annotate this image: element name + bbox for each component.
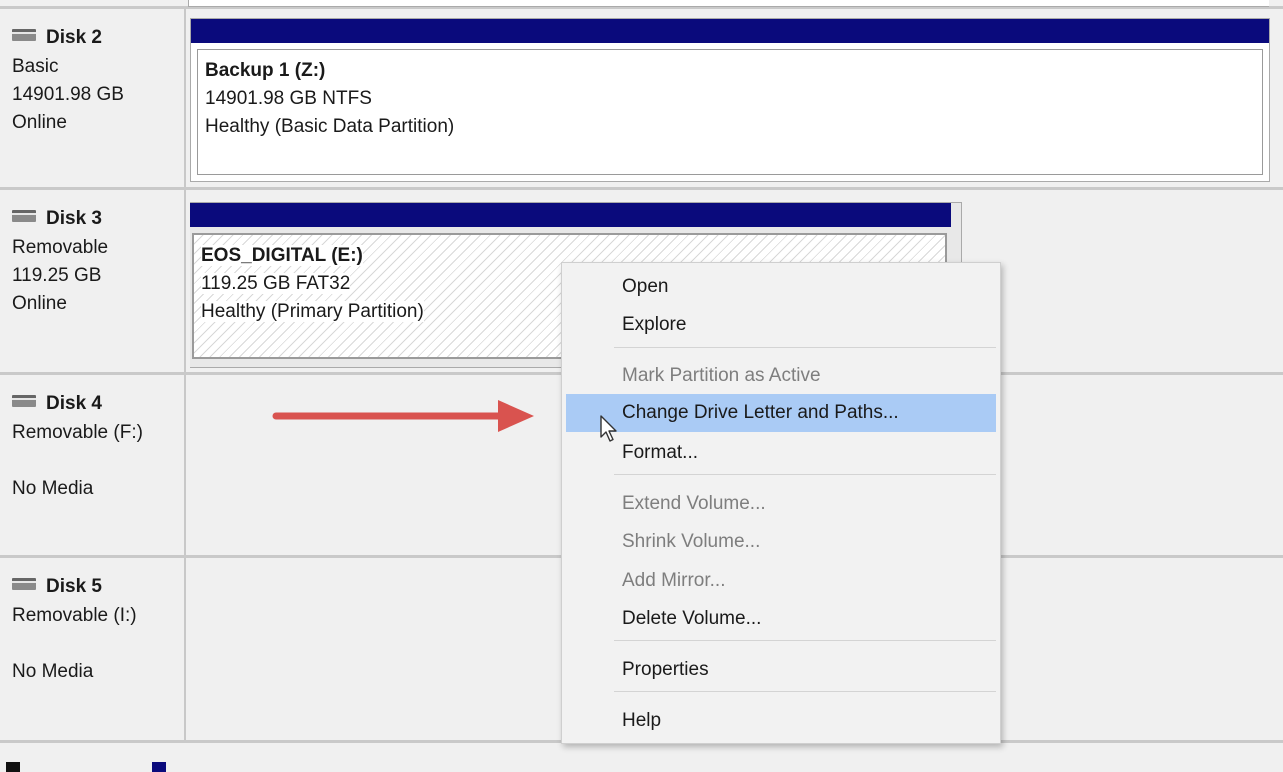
legend-primary-swatch bbox=[152, 762, 166, 772]
disk-type: Removable (F:) bbox=[12, 422, 143, 443]
menu-separator bbox=[614, 691, 996, 692]
row-separator bbox=[0, 187, 1283, 190]
disk-size bbox=[12, 447, 184, 475]
disk-icon bbox=[12, 395, 36, 407]
menu-separator bbox=[614, 347, 996, 348]
disk-type: Removable (I:) bbox=[12, 605, 137, 626]
context-menu: Open Explore Mark Partition as Active Ch… bbox=[561, 262, 1001, 744]
menu-item-properties[interactable]: Properties bbox=[566, 651, 996, 689]
red-arrow-annotation bbox=[272, 400, 534, 432]
menu-item-add-mirror[interactable]: Add Mirror... bbox=[566, 562, 996, 600]
menu-item-mark-active[interactable]: Mark Partition as Active bbox=[566, 357, 996, 395]
disk-size bbox=[12, 630, 184, 658]
volume-detail: 119.25 GB FAT32 bbox=[201, 273, 351, 294]
disk-title: Disk 3 bbox=[46, 208, 102, 229]
volume-name: EOS_DIGITAL (E:) bbox=[201, 245, 363, 266]
disk-type: Removable bbox=[12, 237, 109, 258]
partition-bar bbox=[190, 203, 951, 227]
volume-status: Healthy (Primary Partition) bbox=[201, 301, 424, 322]
disk-3-label[interactable]: Disk 3 Removable 119.25 GB Online bbox=[0, 190, 186, 372]
disk-4-label[interactable]: Disk 4 Removable (F:) No Media bbox=[0, 375, 186, 556]
menu-item-explore[interactable]: Explore bbox=[566, 306, 996, 344]
disk-icon bbox=[12, 210, 36, 222]
disk-size: 119.25 GB bbox=[12, 265, 102, 286]
volume-name: Backup 1 (Z:) bbox=[205, 60, 326, 81]
menu-item-shrink-volume[interactable]: Shrink Volume... bbox=[566, 523, 996, 561]
disk-status: Online bbox=[12, 112, 67, 133]
disk-title: Disk 5 bbox=[46, 576, 102, 597]
prev-volume-bottom bbox=[188, 0, 1269, 7]
mouse-cursor-icon bbox=[600, 415, 617, 442]
disk-2-label[interactable]: Disk 2 Basic 14901.98 GB Online bbox=[0, 9, 186, 187]
menu-item-change-drive-letter[interactable]: Change Drive Letter and Paths... bbox=[566, 394, 996, 432]
disk-icon bbox=[12, 29, 36, 41]
disk-5-label[interactable]: Disk 5 Removable (I:) No Media bbox=[0, 558, 186, 740]
partition-bar bbox=[191, 19, 1269, 43]
menu-item-open[interactable]: Open bbox=[566, 268, 996, 306]
volume-status: Healthy (Basic Data Partition) bbox=[205, 116, 455, 137]
menu-item-format[interactable]: Format... bbox=[566, 434, 996, 472]
disk-icon bbox=[12, 578, 36, 590]
menu-separator bbox=[614, 474, 996, 475]
disk-size: 14901.98 GB bbox=[12, 84, 124, 105]
disk-status: No Media bbox=[12, 661, 94, 682]
legend-unallocated-swatch bbox=[6, 762, 20, 772]
volume-backup-1[interactable]: Backup 1 (Z:) 14901.98 GB NTFS Healthy (… bbox=[190, 18, 1270, 182]
menu-item-delete-volume[interactable]: Delete Volume... bbox=[566, 600, 996, 638]
volume-info: Backup 1 (Z:) 14901.98 GB NTFS Healthy (… bbox=[197, 49, 1263, 175]
disk-status: No Media bbox=[12, 478, 94, 499]
menu-item-extend-volume[interactable]: Extend Volume... bbox=[566, 485, 996, 523]
disk-title: Disk 4 bbox=[46, 393, 102, 414]
menu-separator bbox=[614, 640, 996, 641]
disk-title: Disk 2 bbox=[46, 27, 102, 48]
menu-item-help[interactable]: Help bbox=[566, 702, 996, 740]
disk-status: Online bbox=[12, 293, 67, 314]
volume-detail: 14901.98 GB NTFS bbox=[205, 88, 372, 109]
disk-type: Basic bbox=[12, 56, 59, 77]
